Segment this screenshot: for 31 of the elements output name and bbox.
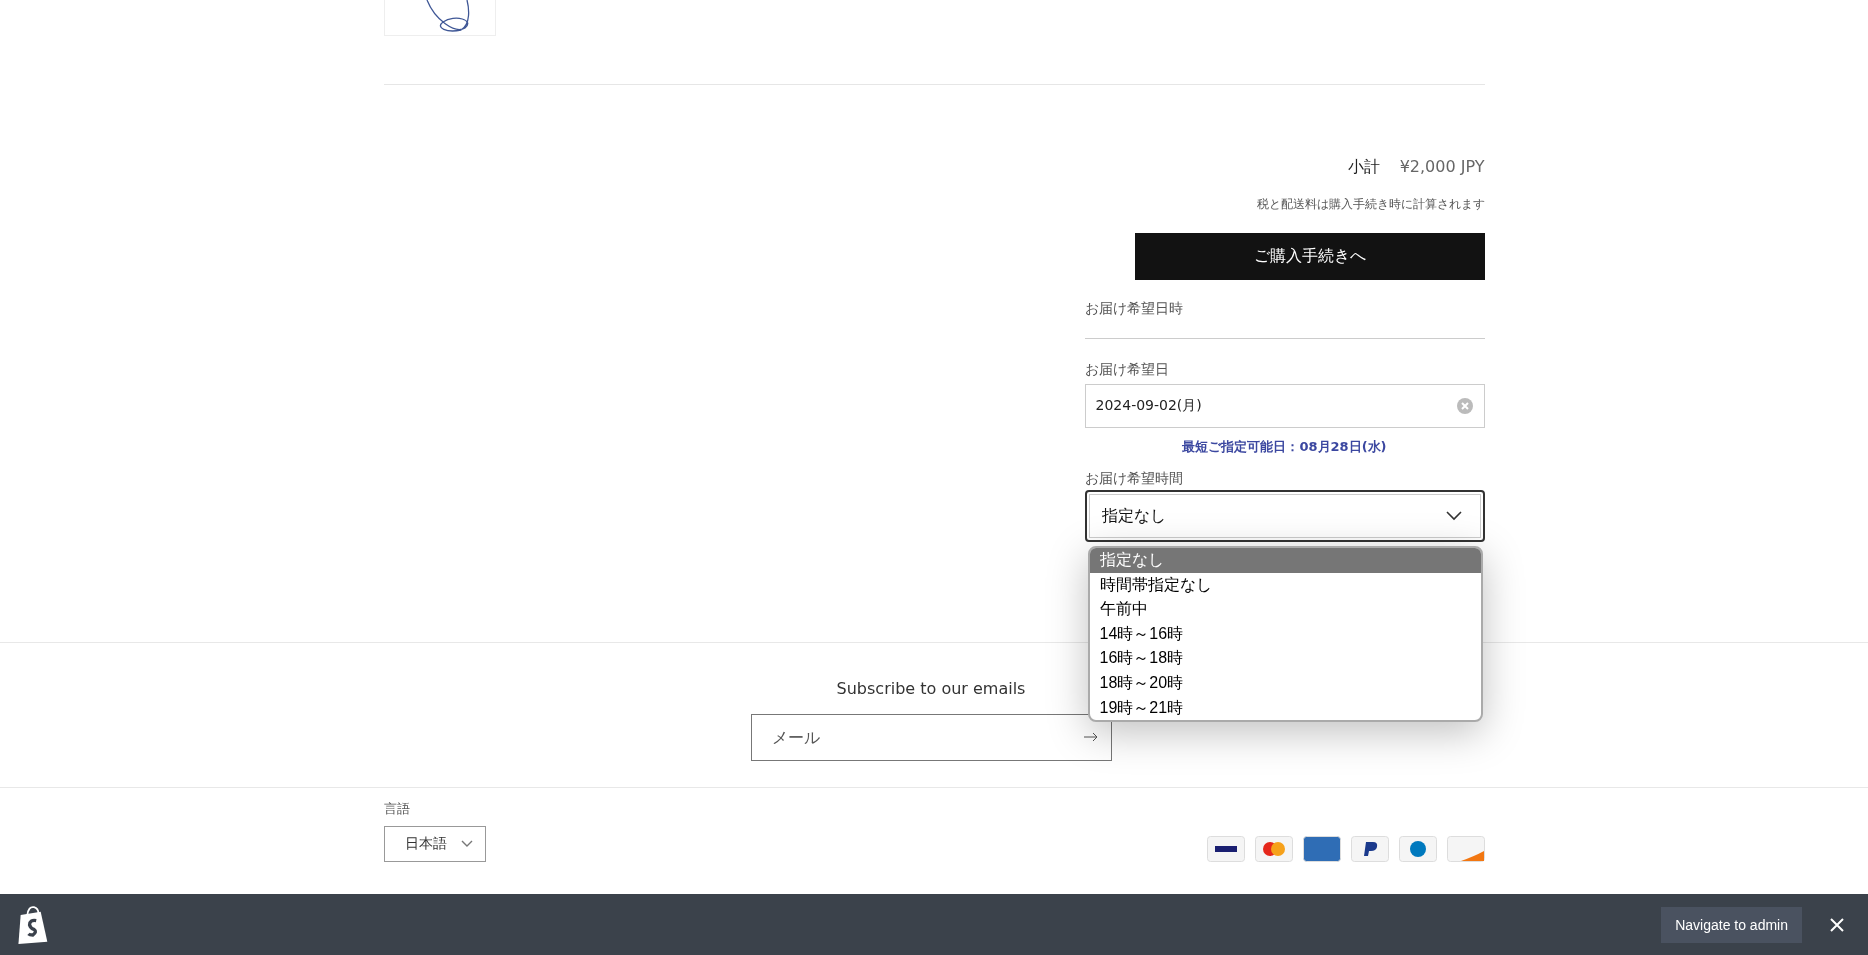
payment-card-icon: [1206, 836, 1245, 862]
subtotal-amount: ¥2,000 JPY: [1399, 157, 1485, 176]
close-icon[interactable]: [1830, 917, 1844, 932]
email-field[interactable]: メール: [750, 714, 1112, 761]
chevron-down-icon: [1445, 511, 1462, 521]
dropdown-option[interactable]: 時間帯指定なし: [1089, 572, 1481, 598]
time-label: お届け希望時間: [1084, 470, 1184, 488]
language-label: 言語: [383, 800, 411, 818]
dropdown-option[interactable]: 指定なし: [1089, 548, 1481, 573]
navigate-to-admin-button[interactable]: Navigate to admin: [1661, 906, 1802, 943]
earliest-date-note: 最短ご指定可能日：08月28日(水): [1182, 439, 1387, 454]
payment-card-icon: [1446, 836, 1485, 862]
payment-card-icon: [1350, 836, 1389, 862]
payment-card-icon: [1254, 836, 1293, 862]
payment-card-icon: [1398, 836, 1437, 862]
checkout-button[interactable]: ご購入手続きへ: [1134, 233, 1485, 280]
language-select[interactable]: 日本語: [383, 826, 486, 862]
subtotal-label: 小計: [1347, 157, 1380, 178]
dropdown-option[interactable]: 午前中: [1089, 597, 1481, 622]
tax-note: 税と配送料は購入手続き時に計算されます: [1256, 196, 1485, 213]
delivery-section-title: お届け希望日時: [1084, 300, 1184, 318]
date-label: お届け希望日: [1084, 361, 1170, 379]
chevron-down-icon: [460, 840, 473, 848]
dropdown-option[interactable]: 16時～18時: [1089, 646, 1481, 671]
dropdown-option[interactable]: 18時～20時: [1089, 670, 1481, 696]
date-field[interactable]: 2024-09-02(月): [1084, 384, 1485, 428]
payment-card-icon: [1302, 836, 1341, 862]
time-select[interactable]: 指定なし: [1084, 490, 1485, 542]
dropdown-option[interactable]: 14時～16時: [1089, 621, 1481, 647]
newsletter-heading: Subscribe to our emails: [836, 679, 1026, 698]
arrow-right-icon[interactable]: [1083, 732, 1098, 742]
